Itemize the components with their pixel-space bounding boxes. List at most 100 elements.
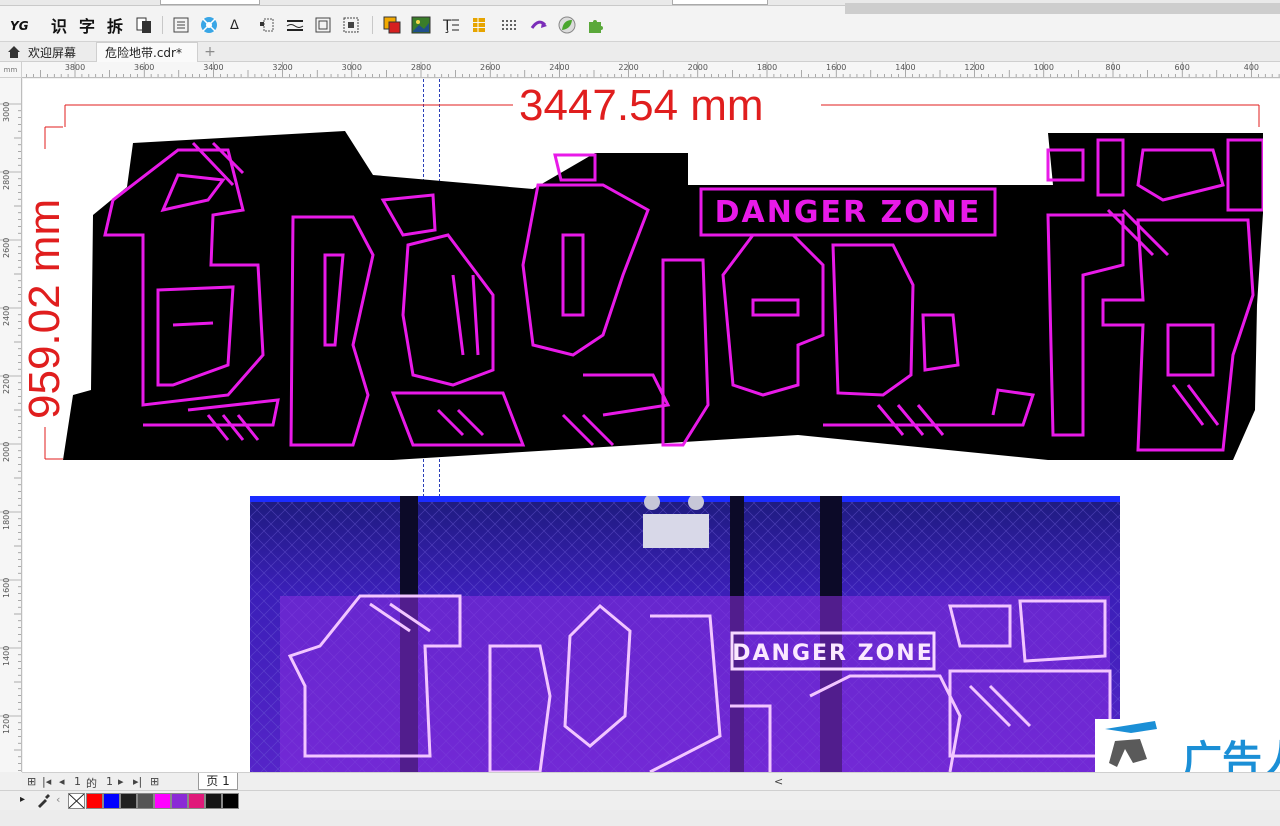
danger-zone-label: DANGER ZONE <box>715 195 982 230</box>
color-swatch[interactable] <box>137 793 154 809</box>
size-field-2[interactable] <box>672 0 768 5</box>
add-page-after-icon[interactable]: ⊞ <box>150 775 159 788</box>
ruler-label: 2800 <box>410 63 432 72</box>
character-button[interactable]: 字 <box>76 14 98 36</box>
eyedropper-icon[interactable] <box>36 794 50 808</box>
split-button[interactable]: 拆 <box>104 14 126 36</box>
ruler-label: 2000 <box>2 441 11 462</box>
distribute-icon[interactable] <box>256 14 278 36</box>
ruler-label: 600 <box>1174 63 1190 72</box>
svg-text:ᐃ: ᐃ <box>230 18 239 33</box>
ruler-label: 1200 <box>964 63 985 72</box>
color-swatch[interactable] <box>103 793 120 809</box>
add-tab-button[interactable]: + <box>202 42 218 62</box>
color-swatch[interactable] <box>222 793 239 809</box>
ruler-label: 3400 <box>203 63 224 72</box>
recognize-text-button[interactable]: 识 <box>48 14 70 36</box>
page-tab[interactable]: 页 1 <box>198 773 238 790</box>
horizontal-ruler[interactable]: 3800 3600 3400 3200 3000 2800 2600 2400 2200 2000… <box>22 62 1280 78</box>
add-page-before-icon[interactable]: ⊞ <box>27 775 36 788</box>
ruler-label: 3200 <box>272 63 293 72</box>
image-icon[interactable] <box>410 14 432 36</box>
plugin-icon[interactable] <box>584 14 606 36</box>
ruler-label: 2800 <box>2 169 11 190</box>
svg-text:Ţ: Ţ <box>442 18 452 34</box>
color-swatch[interactable] <box>154 793 171 809</box>
dots-icon[interactable] <box>498 14 520 36</box>
ruler-label: 1200 <box>2 713 11 734</box>
vertical-ruler[interactable]: 3000 2800 2600 2400 2200 2000 1800 1600 1400 1200 <box>0 78 22 772</box>
text-align-icon[interactable]: Ţ <box>440 14 462 36</box>
ruler-label: 400 <box>1243 63 1260 72</box>
align-icon[interactable] <box>170 14 192 36</box>
palette-menu-icon[interactable]: ▸ <box>20 794 25 805</box>
grid-icon[interactable] <box>340 14 362 36</box>
drawing-canvas[interactable]: 3447.54 mm 959.02 mm DANGER ZONE DANGER … <box>23 79 1280 772</box>
ruler-label: 1400 <box>2 645 11 666</box>
ruler-label: 3600 <box>134 63 155 72</box>
photo-image: DANGER ZONE <box>250 496 1120 772</box>
ruler-label: 2400 <box>2 305 11 326</box>
size-field[interactable] <box>160 0 260 5</box>
line-icon[interactable] <box>284 14 306 36</box>
svg-text:YG: YG <box>10 19 29 33</box>
page-copy-icon[interactable] <box>133 14 155 36</box>
document-tabs: 欢迎屏幕 危险地带.cdr* + <box>0 42 1280 62</box>
width-dimension[interactable]: 3447.54 mm <box>519 81 764 131</box>
page-total: 1 <box>106 775 113 788</box>
ruler-corner[interactable]: mm <box>0 62 22 78</box>
prev-page-icon[interactable]: ◂ <box>59 775 65 788</box>
ruler-label: 2200 <box>618 63 639 72</box>
connector-icon[interactable]: ᐃ <box>228 14 250 36</box>
last-page-icon[interactable]: ▸| <box>133 775 142 788</box>
scroll-left-icon[interactable]: < <box>774 775 783 788</box>
tab-document[interactable]: 危险地带.cdr* <box>96 42 198 62</box>
tab-welcome[interactable]: 欢迎屏幕 <box>6 42 76 62</box>
color-palette: ▸ ‹ <box>0 790 1280 810</box>
page-navigator: ⊞ |◂ ◂ 1 的 1 ▸ ▸| ⊞ 页 1 < <box>22 772 1280 790</box>
ruler-label: 1600 <box>826 63 847 72</box>
no-color-swatch[interactable] <box>68 793 85 809</box>
table-icon[interactable] <box>468 14 490 36</box>
palette-scroll-left-icon[interactable]: ‹ <box>56 793 60 806</box>
node-icon[interactable] <box>198 14 220 36</box>
ruler-label: 2200 <box>2 373 11 394</box>
ruler-label: 1800 <box>756 63 778 72</box>
next-page-icon[interactable]: ▸ <box>118 775 124 788</box>
yg-logo-icon[interactable]: YG <box>8 14 30 36</box>
ruler-label: 1400 <box>895 63 916 72</box>
ruler-label: 3000 <box>341 63 362 72</box>
color-fill-icon[interactable] <box>381 14 403 36</box>
frame-icon[interactable] <box>312 14 334 36</box>
color-swatch[interactable] <box>205 793 222 809</box>
status-bar <box>0 810 1280 826</box>
color-swatch[interactable] <box>188 793 205 809</box>
color-swatch[interactable] <box>86 793 103 809</box>
home-icon <box>8 46 20 58</box>
ruler-label: 800 <box>1105 63 1121 72</box>
color-swatch[interactable] <box>171 793 188 809</box>
photo-danger-zone-label: DANGER ZONE <box>732 641 933 666</box>
ruler-label: 2400 <box>549 63 570 72</box>
page-of: 的 <box>86 777 97 790</box>
watermark-logo-icon <box>1095 719 1185 772</box>
page-current: 1 <box>74 775 81 788</box>
horizontal-scrollbar-thumb[interactable] <box>845 3 1280 14</box>
color-swatch[interactable] <box>120 793 137 809</box>
reference-photo[interactable]: DANGER ZONE <box>250 496 1120 772</box>
toolbar-separator <box>372 16 373 34</box>
ruler-label: 2600 <box>2 237 11 258</box>
ruler-label: 2000 <box>687 63 708 72</box>
ruler-label: 1000 <box>1033 63 1054 72</box>
tab-welcome-label: 欢迎屏幕 <box>28 45 77 60</box>
ruler-label: 1800 <box>2 509 11 530</box>
arrow-icon[interactable] <box>528 14 550 36</box>
leaf-icon[interactable] <box>556 14 578 36</box>
ruler-label: 3000 <box>2 101 11 122</box>
neon-sign-artwork[interactable]: DANGER ZONE <box>63 125 1263 465</box>
first-page-icon[interactable]: |◂ <box>42 775 51 788</box>
ruler-label: 2600 <box>480 63 501 72</box>
tab-document-label: 危险地带.cdr* <box>105 46 182 60</box>
ruler-label: 3800 <box>64 63 86 72</box>
toolbar-separator <box>162 16 163 34</box>
